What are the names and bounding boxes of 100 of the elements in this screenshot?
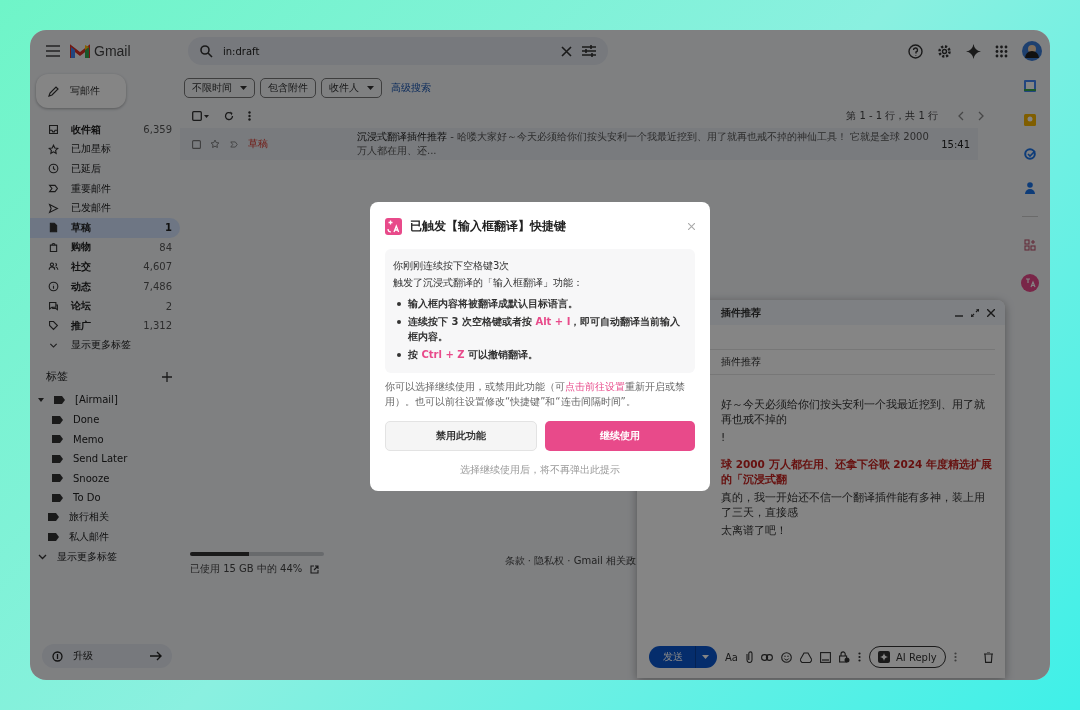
label-item[interactable]: 旅行相关 <box>30 507 180 528</box>
sidebar-item[interactable]: 推广 1,312 <box>30 315 180 336</box>
bullet-item: 连续按下 3 次空格键或者按 Alt + I，即可自动翻译当前输入框内容。 <box>408 315 682 344</box>
important-marker-icon[interactable] <box>229 139 239 149</box>
apps-grid-icon[interactable] <box>995 44 1008 58</box>
sparkle-icon[interactable] <box>966 43 981 59</box>
sidebar-item[interactable]: 购物 84 <box>30 237 180 258</box>
chevron-left-icon[interactable] <box>958 111 964 121</box>
label-item[interactable]: Snooze <box>30 468 180 489</box>
filter-chip[interactable]: 不限时间 <box>184 78 255 98</box>
sidebar-item[interactable]: 已加星标 <box>30 139 180 160</box>
label-tag-icon <box>52 493 63 502</box>
check-circle-icon[interactable] <box>1024 148 1036 160</box>
label-item[interactable]: Memo <box>30 429 180 449</box>
filter-chip[interactable]: 收件人 <box>321 78 382 98</box>
label-tag-icon <box>48 533 59 542</box>
checkbox-icon[interactable] <box>192 111 210 121</box>
star-icon[interactable] <box>210 139 220 149</box>
external-link-icon[interactable] <box>310 564 320 574</box>
label-item[interactable]: Send Later <box>30 448 180 469</box>
paperclip-icon[interactable] <box>745 651 753 663</box>
drive-icon[interactable] <box>799 651 812 663</box>
filter-chip[interactable]: 包含附件 <box>260 78 316 98</box>
more-vertical-icon[interactable] <box>857 652 861 662</box>
refresh-icon[interactable] <box>224 111 234 121</box>
close-icon[interactable] <box>987 308 995 317</box>
caret-icon[interactable] <box>702 655 709 659</box>
bullet-item: 按 Ctrl + Z 可以撤销翻译。 <box>408 348 539 362</box>
calendar-icon[interactable] <box>1024 80 1036 92</box>
dialog-title: 已触发【输入框翻译】快捷键 <box>410 219 566 234</box>
sidebar-item[interactable]: 收件箱 6,359 <box>30 120 180 140</box>
label-tag-icon <box>52 474 63 483</box>
expand-icon[interactable] <box>971 308 979 317</box>
body-text: 好～今天必须给你们按头安利一个我最近挖到、用了就再也戒不掉的 <box>721 397 986 427</box>
body-text: 球 2000 万人都在用、还拿下谷歌 2024 年度精选扩展的「沉浸式翻 <box>721 457 993 487</box>
subject-field[interactable]: 插件推荐 <box>721 355 761 369</box>
send-button[interactable]: 发送 <box>649 646 717 668</box>
app-name: Gmail <box>94 43 131 59</box>
draft-label: 草稿 <box>248 137 269 151</box>
bullet-dot-icon <box>397 302 401 306</box>
caret-icon <box>367 86 374 90</box>
close-icon[interactable] <box>561 45 572 57</box>
dialog-footnote: 选择继续使用后，将不再弹出此提示 <box>459 463 621 477</box>
bullet-dot-icon <box>397 320 401 324</box>
search-field[interactable]: in:draft <box>188 37 608 65</box>
sidebar-item[interactable]: 论坛 2 <box>30 296 180 316</box>
info-text: 你刚刚连续按下空格键3次 <box>393 259 511 273</box>
sidebar-item[interactable]: 动态 7,486 <box>30 276 180 297</box>
sidebar-item[interactable]: 已延后 <box>30 159 180 179</box>
translate-logo-icon[interactable] <box>1021 274 1039 292</box>
plus-icon[interactable] <box>162 371 172 382</box>
sidebar-item[interactable]: 已发邮件 <box>30 198 180 218</box>
advanced-search-link[interactable]: 高级搜索 <box>391 81 431 95</box>
caret-icon[interactable] <box>38 396 44 403</box>
label-item[interactable]: 私人邮件 <box>30 527 180 547</box>
search-icon[interactable] <box>200 44 213 58</box>
sidebar-item[interactable]: 显示更多标签 <box>30 546 180 567</box>
trash-icon[interactable] <box>984 651 993 663</box>
info-text: 触发了沉浸式翻译的「输入框翻译」功能： <box>393 276 584 290</box>
image-icon[interactable] <box>819 651 831 663</box>
label-item[interactable]: [Airmail] <box>30 390 180 410</box>
upgrade-button[interactable]: 升级 <box>42 644 172 668</box>
compose-title: 插件推荐 <box>721 305 761 320</box>
lock-clock-icon[interactable] <box>838 651 850 663</box>
checkbox-icon[interactable] <box>192 139 201 149</box>
envelope-logo-icon <box>70 43 90 59</box>
more-vertical-icon[interactable] <box>248 111 251 121</box>
ai-sparkle-icon <box>877 651 890 663</box>
email-time: 15:41 <box>941 138 970 150</box>
settings-link[interactable]: 点击前往设置 <box>565 381 625 392</box>
sidebar-item[interactable]: 社交 4,607 <box>30 257 180 277</box>
emoji-icon[interactable] <box>780 651 792 663</box>
body-text: ! <box>721 430 727 445</box>
more-vertical-icon[interactable] <box>953 652 957 662</box>
close-icon[interactable] <box>688 223 695 230</box>
continue-button[interactable]: 继续使用 <box>545 421 695 451</box>
chevron-right-icon[interactable] <box>978 111 984 121</box>
add-apps-icon[interactable] <box>1023 239 1037 252</box>
menu-icon[interactable] <box>46 45 60 57</box>
label-item[interactable]: To Do <box>30 488 180 508</box>
sidebar-item[interactable]: 草稿 1 <box>30 217 180 238</box>
formatting-button[interactable]: Aa <box>725 651 738 663</box>
sidebar-item[interactable]: 显示更多标签 <box>30 335 180 356</box>
bullet-item: 输入框内容将被翻译成默认目标语言。 <box>408 297 578 311</box>
label-tag-icon <box>52 435 63 444</box>
label-item[interactable]: Done <box>30 409 180 430</box>
label-tag-icon <box>54 395 65 404</box>
sliders-icon[interactable] <box>582 45 596 57</box>
storage-text: 已使用 15 GB 中的 44% <box>190 562 303 576</box>
footer-links[interactable]: 条款 · 隐私权 · Gmail 相关政 <box>504 554 636 568</box>
sidebar-item[interactable]: 重要邮件 <box>30 178 180 199</box>
link-icon[interactable] <box>760 653 773 661</box>
avatar-icon[interactable] <box>1022 41 1042 61</box>
caret-icon <box>240 86 247 90</box>
disable-button[interactable]: 禁用此功能 <box>385 421 537 451</box>
settings-icon[interactable] <box>937 43 952 59</box>
person-icon[interactable] <box>1025 182 1035 194</box>
compose-button[interactable]: 写邮件 <box>36 74 126 108</box>
arrow-right-icon <box>150 651 162 661</box>
help-icon[interactable] <box>908 43 923 59</box>
